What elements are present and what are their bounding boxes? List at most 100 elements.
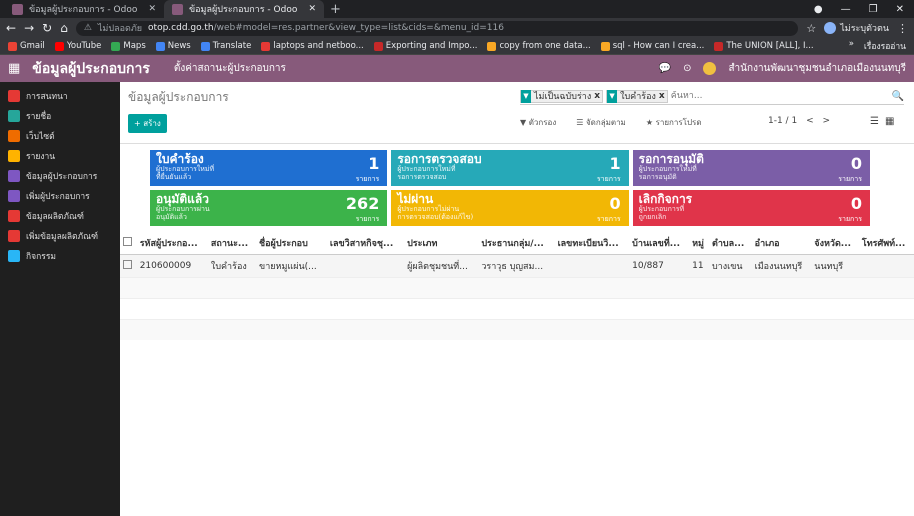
column-header[interactable]: ประธานกลุ่ม/...: [478, 232, 555, 255]
sidebar-item[interactable]: เว็บไซต์: [0, 126, 120, 146]
column-header[interactable]: หมู่: [689, 232, 709, 255]
sidebar-item[interactable]: การสนทนา: [0, 86, 120, 106]
star-icon[interactable]: ☆: [806, 22, 816, 35]
bookmark-favicon-icon: [261, 41, 271, 51]
bookmark-item[interactable]: YouTube: [54, 41, 101, 51]
apps-grid-icon[interactable]: ▦: [8, 61, 20, 76]
bookmark-item[interactable]: Maps: [111, 41, 146, 51]
back-icon[interactable]: ←: [6, 21, 16, 35]
status-card[interactable]: รอการอนุมัติ ผู้ประกอบการใหม่ที่ รอการอนุม…: [632, 150, 870, 186]
close-tab-icon[interactable]: ✕: [308, 4, 316, 14]
remove-facet-icon[interactable]: x: [594, 91, 602, 101]
reading-list[interactable]: เรื่องรออ่าน: [864, 39, 906, 53]
column-header[interactable]: บ้านเลขที่...: [629, 232, 690, 255]
new-tab-icon[interactable]: +: [330, 2, 341, 17]
sidebar-item[interactable]: ข้อมูลผลิตภัณฑ์: [0, 206, 120, 226]
facet-label: ไม่เป็นฉบับร่าง: [534, 92, 592, 102]
close-tab-icon[interactable]: ✕: [148, 4, 156, 14]
sidebar-item[interactable]: เพิ่มผู้ประกอบการ: [0, 186, 120, 206]
sidebar-item[interactable]: เพิ่มข้อมูลผลิตภัณฑ์: [0, 226, 120, 246]
sidebar-item[interactable]: ข้อมูลผู้ประกอบการ: [0, 166, 120, 186]
bookmark-item[interactable]: Exporting and Impo...: [373, 41, 477, 51]
sidebar-item[interactable]: กิจกรรม: [0, 246, 120, 266]
column-header[interactable]: อำเภอ: [751, 232, 812, 255]
status-card[interactable]: รอการตรวจสอบ ผู้ประกอบการใหม่ที่ รอการตรวจ…: [391, 150, 629, 186]
filters-label: ตัวกรอง: [528, 118, 557, 127]
maximize-icon[interactable]: ❐: [869, 4, 878, 15]
create-button[interactable]: + สร้าง: [128, 114, 167, 133]
column-header[interactable]: โทรศัพท์...: [858, 232, 914, 255]
list-table-wrap: รหัสผู้ประกอ... สถานะ... ชื่อผู้ประกอบ เลขว…: [120, 232, 914, 340]
row-checkbox[interactable]: [123, 260, 132, 269]
search-icon[interactable]: 🔍: [892, 91, 904, 102]
security-label: ไม่ปลอดภัย: [97, 24, 143, 34]
column-header[interactable]: ตำบล...: [708, 232, 752, 255]
odoo-navbar: ▦ ข้อมูลผู้ประกอบการ ตั้งค่าสถานะผู้ประก…: [0, 55, 914, 82]
app-brand[interactable]: ข้อมูลผู้ประกอบการ: [32, 58, 150, 80]
user-name[interactable]: สำนักงานพัฒนาชุมชนอำเภอเมืองนนทบุรี: [728, 61, 906, 76]
column-header[interactable]: เลขวิสาหกิจชุ...: [326, 232, 405, 255]
bookmark-item[interactable]: The UNION [ALL], I...: [714, 41, 814, 51]
menu-app-icon: [8, 190, 20, 202]
bookmark-item[interactable]: sql - How can I crea...: [600, 41, 704, 51]
table-header-row: รหัสผู้ประกอ... สถานะ... ชื่อผู้ประกอบ เลขว…: [120, 232, 914, 255]
table-cell: 210600009: [139, 261, 192, 271]
bookmark-item[interactable]: News: [155, 41, 191, 51]
card-unit: รายการ: [355, 175, 380, 183]
bookmark-item[interactable]: copy from one data...: [487, 41, 591, 51]
favorites-button[interactable]: ★ รายการโปรด: [646, 116, 702, 129]
card-unit: รายการ: [838, 215, 862, 223]
bookmark-item[interactable]: Gmail: [8, 41, 45, 51]
status-card[interactable]: ใบคำร้อง ผู้ประกอบการใหม่ที่ ที่ยื่นยันแล้…: [150, 150, 388, 186]
card-subtitle: รอการตรวจสอบ: [397, 173, 447, 181]
bookmarks-right: » เรื่องรออ่าน: [849, 39, 906, 53]
menu-status-settings[interactable]: ตั้งค่าสถานะผู้ประกอบการ: [174, 61, 286, 76]
minimize-icon[interactable]: —: [841, 4, 851, 15]
chat-icon[interactable]: 💬: [659, 63, 671, 74]
home-icon[interactable]: ⌂: [60, 21, 68, 35]
user-avatar[interactable]: [703, 62, 717, 75]
card-title: รอการอนุมัติ: [638, 152, 704, 166]
list-view-icon[interactable]: ☰: [870, 116, 879, 127]
column-header[interactable]: จังหวัด...: [811, 232, 859, 255]
search-input[interactable]: [670, 91, 889, 101]
pager-prev-icon[interactable]: <: [806, 116, 814, 126]
bookmark-favicon-icon: [200, 41, 210, 51]
reload-icon[interactable]: ↻: [42, 21, 52, 35]
sidebar-item[interactable]: รายงาน: [0, 146, 120, 166]
card-subtitle: รอการอนุมัติ: [638, 173, 677, 181]
row-select-cell: [120, 255, 137, 278]
browser-tab-2[interactable]: ข้อมูลผู้ประกอบการ - Odoo ✕: [164, 0, 324, 18]
kebab-menu-icon[interactable]: ⋮: [897, 22, 908, 35]
column-header[interactable]: สถานะ...: [207, 232, 257, 255]
activity-clock-icon[interactable]: ⊙: [683, 63, 691, 74]
url-input[interactable]: ⚠ ไม่ปลอดภัย otop.cdd.go.th/web#model=re…: [75, 20, 799, 36]
column-header[interactable]: ประเภท: [404, 232, 479, 255]
kanban-view-icon[interactable]: ▦: [885, 116, 894, 127]
table-cell: ขายหมูแผ่น(...: [259, 262, 317, 272]
column-header[interactable]: เลขทะเบียนวิ...: [554, 232, 630, 255]
sidebar-item[interactable]: รายชื่อ: [0, 106, 120, 126]
select-all-checkbox[interactable]: [123, 237, 132, 246]
groupby-button[interactable]: ☰ จัดกลุ่มตาม: [576, 116, 626, 129]
status-card[interactable]: อนุมัติแล้ว ผู้ประกอบการผ่าน อนุมัติแล้ว 26…: [150, 190, 388, 226]
browser-tab-1[interactable]: ข้อมูลผู้ประกอบการ - Odoo ✕: [4, 0, 164, 18]
pager-next-icon[interactable]: >: [822, 116, 830, 126]
odoo-favicon-icon: [172, 3, 183, 15]
remove-facet-icon[interactable]: x: [659, 91, 667, 101]
column-header[interactable]: ชื่อผู้ประกอบ: [256, 232, 327, 255]
status-card[interactable]: เลิกกิจการ ผู้ประกอบการที่ ถูกยกเลิก 0 รายกา…: [632, 190, 870, 226]
sidebar-item-label: ข้อมูลผลิตภัณฑ์: [26, 212, 84, 222]
status-card[interactable]: ไม่ผ่าน ผู้ประกอบการไม่ผ่าน การตรวจสอบ(ต้อ…: [391, 190, 629, 226]
forward-icon[interactable]: →: [24, 21, 34, 35]
bookmarks-more-icon[interactable]: »: [849, 39, 854, 53]
column-header[interactable]: รหัสผู้ประกอ...: [136, 232, 208, 255]
filters-button[interactable]: ▼ ตัวกรอง: [520, 116, 556, 129]
profile-button[interactable]: ไม่ระบุตัวตน: [824, 21, 889, 35]
pager-value[interactable]: 1-1 / 1: [768, 116, 797, 126]
close-window-icon[interactable]: ✕: [896, 4, 904, 15]
bookmark-item[interactable]: laptops and netboo...: [261, 41, 364, 51]
bookmark-item[interactable]: Translate: [200, 41, 251, 51]
table-row[interactable]: 210600009 ใบคำร้อง ขายหมูแผ่น(... ผู้ผลิตชุ…: [120, 254, 914, 278]
sidebar-item-label: เพิ่มข้อมูลผลิตภัณฑ์: [26, 232, 99, 242]
